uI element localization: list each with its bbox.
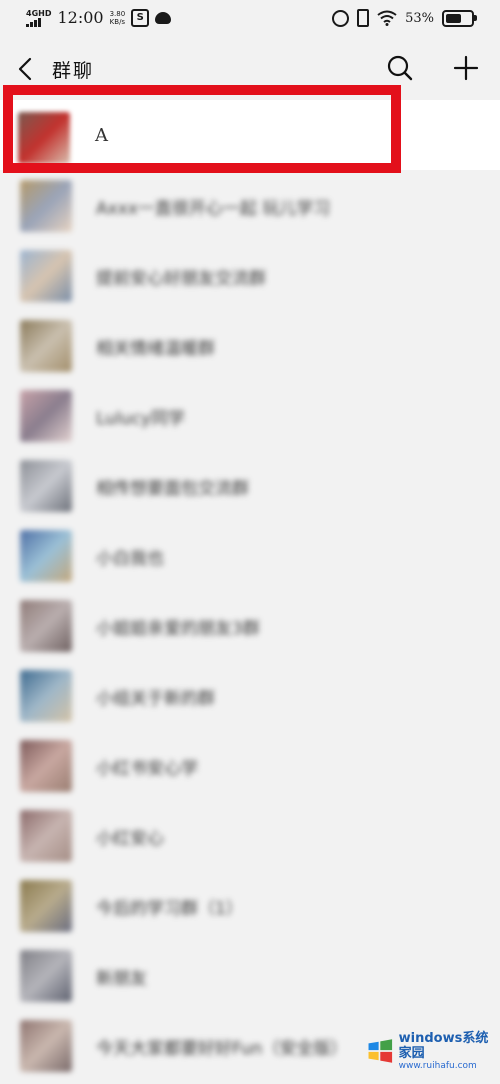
group-list-item[interactable]: 相传想要面包交流群: [0, 450, 500, 520]
group-list-item[interactable]: 今后的学习群（1）: [0, 870, 500, 940]
battery-fill: [446, 13, 461, 23]
vibrate-icon: [357, 9, 370, 27]
network-type: 4GHD: [26, 8, 52, 18]
group-avatar: [20, 320, 72, 372]
group-name: 新朋友: [96, 969, 147, 989]
back-arrow-icon[interactable]: [14, 54, 38, 84]
group-list-item[interactable]: Lulucy同学: [0, 380, 500, 450]
group-name: 今天大家都要好好Fun（安全版）: [96, 1039, 348, 1059]
clock: 12:00: [57, 8, 104, 27]
speed-unit: KB/s: [109, 17, 126, 26]
plus-icon[interactable]: [452, 54, 480, 82]
group-name: Lulucy同学: [96, 409, 185, 429]
group-list-item[interactable]: 相关情绪温暖群: [0, 310, 500, 380]
watermark-brand: windows系统家园: [398, 1030, 489, 1061]
status-bar: 4GHD 12:00 3.80 KB/s S 53%: [0, 0, 500, 40]
alarm-icon: [332, 9, 350, 27]
group-list-item[interactable]: Axxx一直很开心一起 玩儿学习: [0, 170, 500, 240]
group-name: 今后的学习群（1）: [96, 899, 243, 919]
signal-icon: [26, 17, 51, 27]
group-name: 提前安心好朋友交流群: [96, 269, 266, 289]
group-list-item[interactable]: 小白我也: [0, 520, 500, 590]
group-name: 相传想要面包交流群: [96, 479, 249, 499]
group-avatar: [20, 950, 72, 1002]
group-list-item[interactable]: 提前安心好朋友交流群: [0, 240, 500, 310]
group-name: 小姐姐亲爱的朋友3群: [96, 619, 260, 639]
windows-logo-icon: [368, 1039, 393, 1063]
group-list-item[interactable]: 小姐姐亲爱的朋友3群: [0, 590, 500, 660]
group-avatar: [20, 180, 72, 232]
status-left: 4GHD 12:00 3.80 KB/s S: [26, 8, 172, 27]
wifi-icon: [377, 10, 397, 26]
group-avatar: [20, 740, 72, 792]
group-avatar: [20, 390, 72, 442]
watermark-text: windows系统家园 www.ruihafu.com: [399, 1031, 496, 1072]
group-avatar: [20, 880, 72, 932]
group-avatar: [20, 810, 72, 862]
group-chat-list: A Axxx一直很开心一起 玩儿学习 提前安心好朋友交流群 相关情绪温暖群 Lulucy…: [0, 100, 500, 1080]
notification-s-icon: S: [131, 8, 150, 27]
battery-percent: 53%: [405, 10, 434, 26]
cloud-icon: [155, 11, 172, 24]
group-name: A: [95, 125, 108, 146]
network-indicator: 4GHD: [26, 9, 51, 27]
group-name: 小红安心: [96, 829, 164, 849]
group-avatar: [20, 460, 72, 512]
group-list-item[interactable]: 小组关于新的群: [0, 660, 500, 730]
group-name: 小组关于新的群: [96, 689, 215, 709]
group-avatar: [20, 1020, 72, 1072]
group-name: Axxx一直很开心一起 玩儿学习: [96, 199, 331, 219]
watermark-url: www.ruihafu.com: [398, 1060, 477, 1071]
group-name: 小白我也: [96, 549, 164, 569]
battery-icon: [442, 9, 477, 27]
group-avatar: [20, 530, 72, 582]
group-list-item[interactable]: 小红书安心学: [0, 730, 500, 800]
group-list-item[interactable]: A: [0, 100, 500, 170]
group-avatar: [20, 250, 72, 302]
group-list-item[interactable]: 新朋友: [0, 940, 500, 1010]
group-avatar: [20, 600, 72, 652]
group-avatar: [20, 670, 72, 722]
page-title: 群聊: [52, 60, 95, 82]
speed-value: 3.80: [109, 9, 126, 18]
network-speed: 3.80 KB/s: [110, 10, 126, 26]
search-icon[interactable]: [386, 54, 414, 82]
nav-header: 群聊: [0, 44, 500, 94]
group-name: 相关情绪温暖群: [96, 339, 215, 359]
group-avatar: [18, 112, 70, 164]
group-name: 小红书安心学: [96, 759, 198, 779]
status-right: 53%: [332, 9, 477, 27]
watermark: windows系统家园 www.ruihafu.com: [366, 1022, 496, 1080]
group-list-item[interactable]: 小红安心: [0, 800, 500, 870]
